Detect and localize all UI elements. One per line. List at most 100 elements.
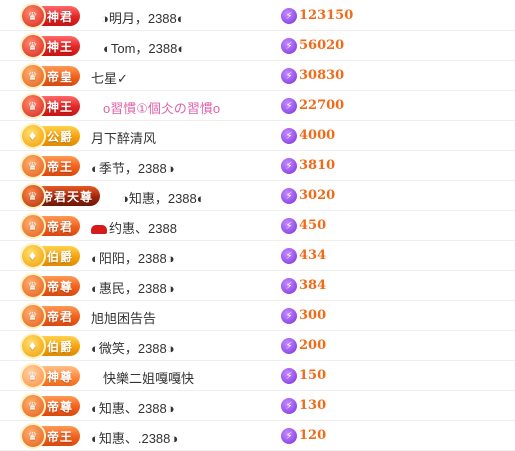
rank-medal-icon: ♛ [20, 183, 46, 209]
rank-badge-label: 帝君 [46, 219, 73, 234]
rank-badge-label: 帝皇 [46, 69, 73, 84]
score-value: 200 [299, 338, 327, 353]
rank-badge: ♛ 帝君 [20, 213, 80, 239]
lightning-gem-icon: ⚡ [281, 158, 297, 174]
score-value: 120 [299, 428, 327, 443]
rank-medal-icon: ♛ [20, 33, 46, 59]
rank-badge-label: 帝君 [46, 309, 73, 324]
lightning-gem-icon: ⚡ [281, 308, 297, 324]
list-item[interactable]: ♛ 帝王 ◐知惠、.2388◑ ⚡ 120 [0, 421, 515, 451]
rank-medal-icon: ♛ [20, 303, 46, 329]
rank-badge: ♛ 帝王 [20, 153, 80, 179]
rank-medal-icon: ♛ [20, 153, 46, 179]
lightning-gem-icon: ⚡ [281, 188, 297, 204]
user-name[interactable]: 旭旭困告告 [91, 308, 156, 327]
rank-badge: ♛ 神王 [20, 93, 80, 119]
red-car-icon [91, 225, 107, 235]
user-name[interactable]: ◐知惠、2388◑ [91, 398, 175, 417]
lightning-gem-icon: ⚡ [281, 338, 297, 354]
user-name[interactable]: 约惠、2388 [91, 218, 177, 237]
rank-medal-icon: ♛ [20, 393, 46, 419]
lightning-gem-icon: ⚡ [281, 8, 297, 24]
lightning-gem-icon: ⚡ [281, 278, 297, 294]
user-name[interactable]: ◐知惠、.2388◑ [91, 428, 178, 447]
list-item[interactable]: ♛ 帝君天尊 ◑知惠，2388◐ ⚡ 3020 [0, 181, 515, 211]
rank-badge-label: 帝王 [46, 159, 73, 174]
lightning-gem-icon: ⚡ [281, 398, 297, 414]
rank-medal-icon: ♦ [20, 243, 46, 269]
list-item[interactable]: ♛ 帝尊 ◐惠民，2388◑ ⚡ 384 [0, 271, 515, 301]
score-value: 300 [299, 308, 327, 323]
rank-badge-label: 神王 [46, 99, 73, 114]
score-value: 4000 [299, 128, 336, 143]
score-value: 22700 [299, 98, 345, 113]
user-name[interactable]: ◐阳阳，2388◑ [91, 248, 175, 267]
leaderboard-list: ♛ 神君 ◑明月，2388◐ ⚡ 123150 ♛ 神王 ◐Tom，2388◐ ⚡ … [0, 0, 515, 451]
rank-badge: ♦ 伯爵 [20, 243, 80, 269]
list-item[interactable]: ♛ 神王 o習慣①個仌の習慣o ⚡ 22700 [0, 91, 515, 121]
rank-badge: ♛ 神君 [20, 3, 80, 29]
rank-badge: ♛ 帝王 [20, 423, 80, 449]
score-value: 30830 [299, 68, 345, 83]
score-value: 3020 [299, 188, 336, 203]
rank-badge: ♛ 神尊 [20, 363, 80, 389]
lightning-gem-icon: ⚡ [281, 128, 297, 144]
rank-medal-icon: ♛ [20, 213, 46, 239]
rank-badge: ♛ 帝君天尊 [20, 183, 100, 209]
rank-medal-icon: ♛ [20, 273, 46, 299]
rank-badge-label: 帝尊 [46, 279, 73, 294]
rank-badge-label: 帝王 [46, 429, 73, 444]
rank-badge-label: 神王 [46, 39, 73, 54]
list-item[interactable]: ♛ 神王 ◐Tom，2388◐ ⚡ 56020 [0, 31, 515, 61]
lightning-gem-icon: ⚡ [281, 218, 297, 234]
lightning-gem-icon: ⚡ [281, 428, 297, 444]
rank-medal-icon: ♦ [20, 333, 46, 359]
list-item[interactable]: ♛ 神尊 快樂二姐嘎嘎快 ⚡ 150 [0, 361, 515, 391]
list-item[interactable]: ♛ 帝君 旭旭困告告 ⚡ 300 [0, 301, 515, 331]
lightning-gem-icon: ⚡ [281, 68, 297, 84]
rank-badge-label: 帝尊 [46, 399, 73, 414]
user-name[interactable]: ◐惠民，2388◑ [91, 278, 175, 297]
rank-medal-icon: ♛ [20, 3, 46, 29]
score-value: 450 [299, 218, 327, 233]
list-item[interactable]: ♦ 伯爵 ◐阳阳，2388◑ ⚡ 434 [0, 241, 515, 271]
list-item[interactable]: ♛ 帝王 ◐季节，2388◑ ⚡ 3810 [0, 151, 515, 181]
user-name-text: 约惠、2388 [109, 221, 177, 236]
user-name[interactable]: ◑明月，2388◐ [101, 8, 185, 27]
list-item[interactable]: ♦ 伯爵 ◐微笑，2388◑ ⚡ 200 [0, 331, 515, 361]
user-name[interactable]: 月下醉清风 [91, 128, 156, 147]
score-value: 123150 [299, 8, 354, 23]
user-name[interactable]: ◑知惠，2388◐ [121, 188, 205, 207]
rank-badge-label: 公爵 [46, 129, 73, 144]
lightning-gem-icon: ⚡ [281, 368, 297, 384]
rank-badge-label: 帝君天尊 [40, 189, 93, 204]
rank-medal-icon: ♛ [20, 63, 46, 89]
list-item[interactable]: ♦ 公爵 月下醉清风 ⚡ 4000 [0, 121, 515, 151]
lightning-gem-icon: ⚡ [281, 38, 297, 54]
list-item[interactable]: ♛ 帝尊 ◐知惠、2388◑ ⚡ 130 [0, 391, 515, 421]
rank-badge-label: 神尊 [46, 369, 73, 384]
rank-badge-label: 神君 [46, 9, 73, 24]
rank-medal-icon: ♦ [20, 123, 46, 149]
user-name[interactable]: ◐Tom，2388◐ [103, 38, 185, 57]
lightning-gem-icon: ⚡ [281, 98, 297, 114]
rank-medal-icon: ♛ [20, 363, 46, 389]
rank-badge: ♛ 帝君 [20, 303, 80, 329]
user-name[interactable]: 七星✓ [91, 68, 128, 87]
rank-badge-label: 伯爵 [46, 249, 73, 264]
user-name[interactable]: ◐微笑，2388◑ [91, 338, 175, 357]
lightning-gem-icon: ⚡ [281, 248, 297, 264]
list-item[interactable]: ♛ 帝君 约惠、2388 ⚡ 450 [0, 211, 515, 241]
list-item[interactable]: ♛ 神君 ◑明月，2388◐ ⚡ 123150 [0, 1, 515, 31]
rank-medal-icon: ♛ [20, 93, 46, 119]
rank-medal-icon: ♛ [20, 423, 46, 449]
score-value: 150 [299, 368, 327, 383]
user-name[interactable]: o習慣①個仌の習慣o [103, 98, 220, 117]
score-value: 3810 [299, 158, 336, 173]
rank-badge: ♛ 帝皇 [20, 63, 80, 89]
rank-badge: ♦ 伯爵 [20, 333, 80, 359]
score-value: 434 [299, 248, 327, 263]
user-name[interactable]: ◐季节，2388◑ [91, 158, 175, 177]
list-item[interactable]: ♛ 帝皇 七星✓ ⚡ 30830 [0, 61, 515, 91]
user-name[interactable]: 快樂二姐嘎嘎快 [103, 368, 194, 387]
